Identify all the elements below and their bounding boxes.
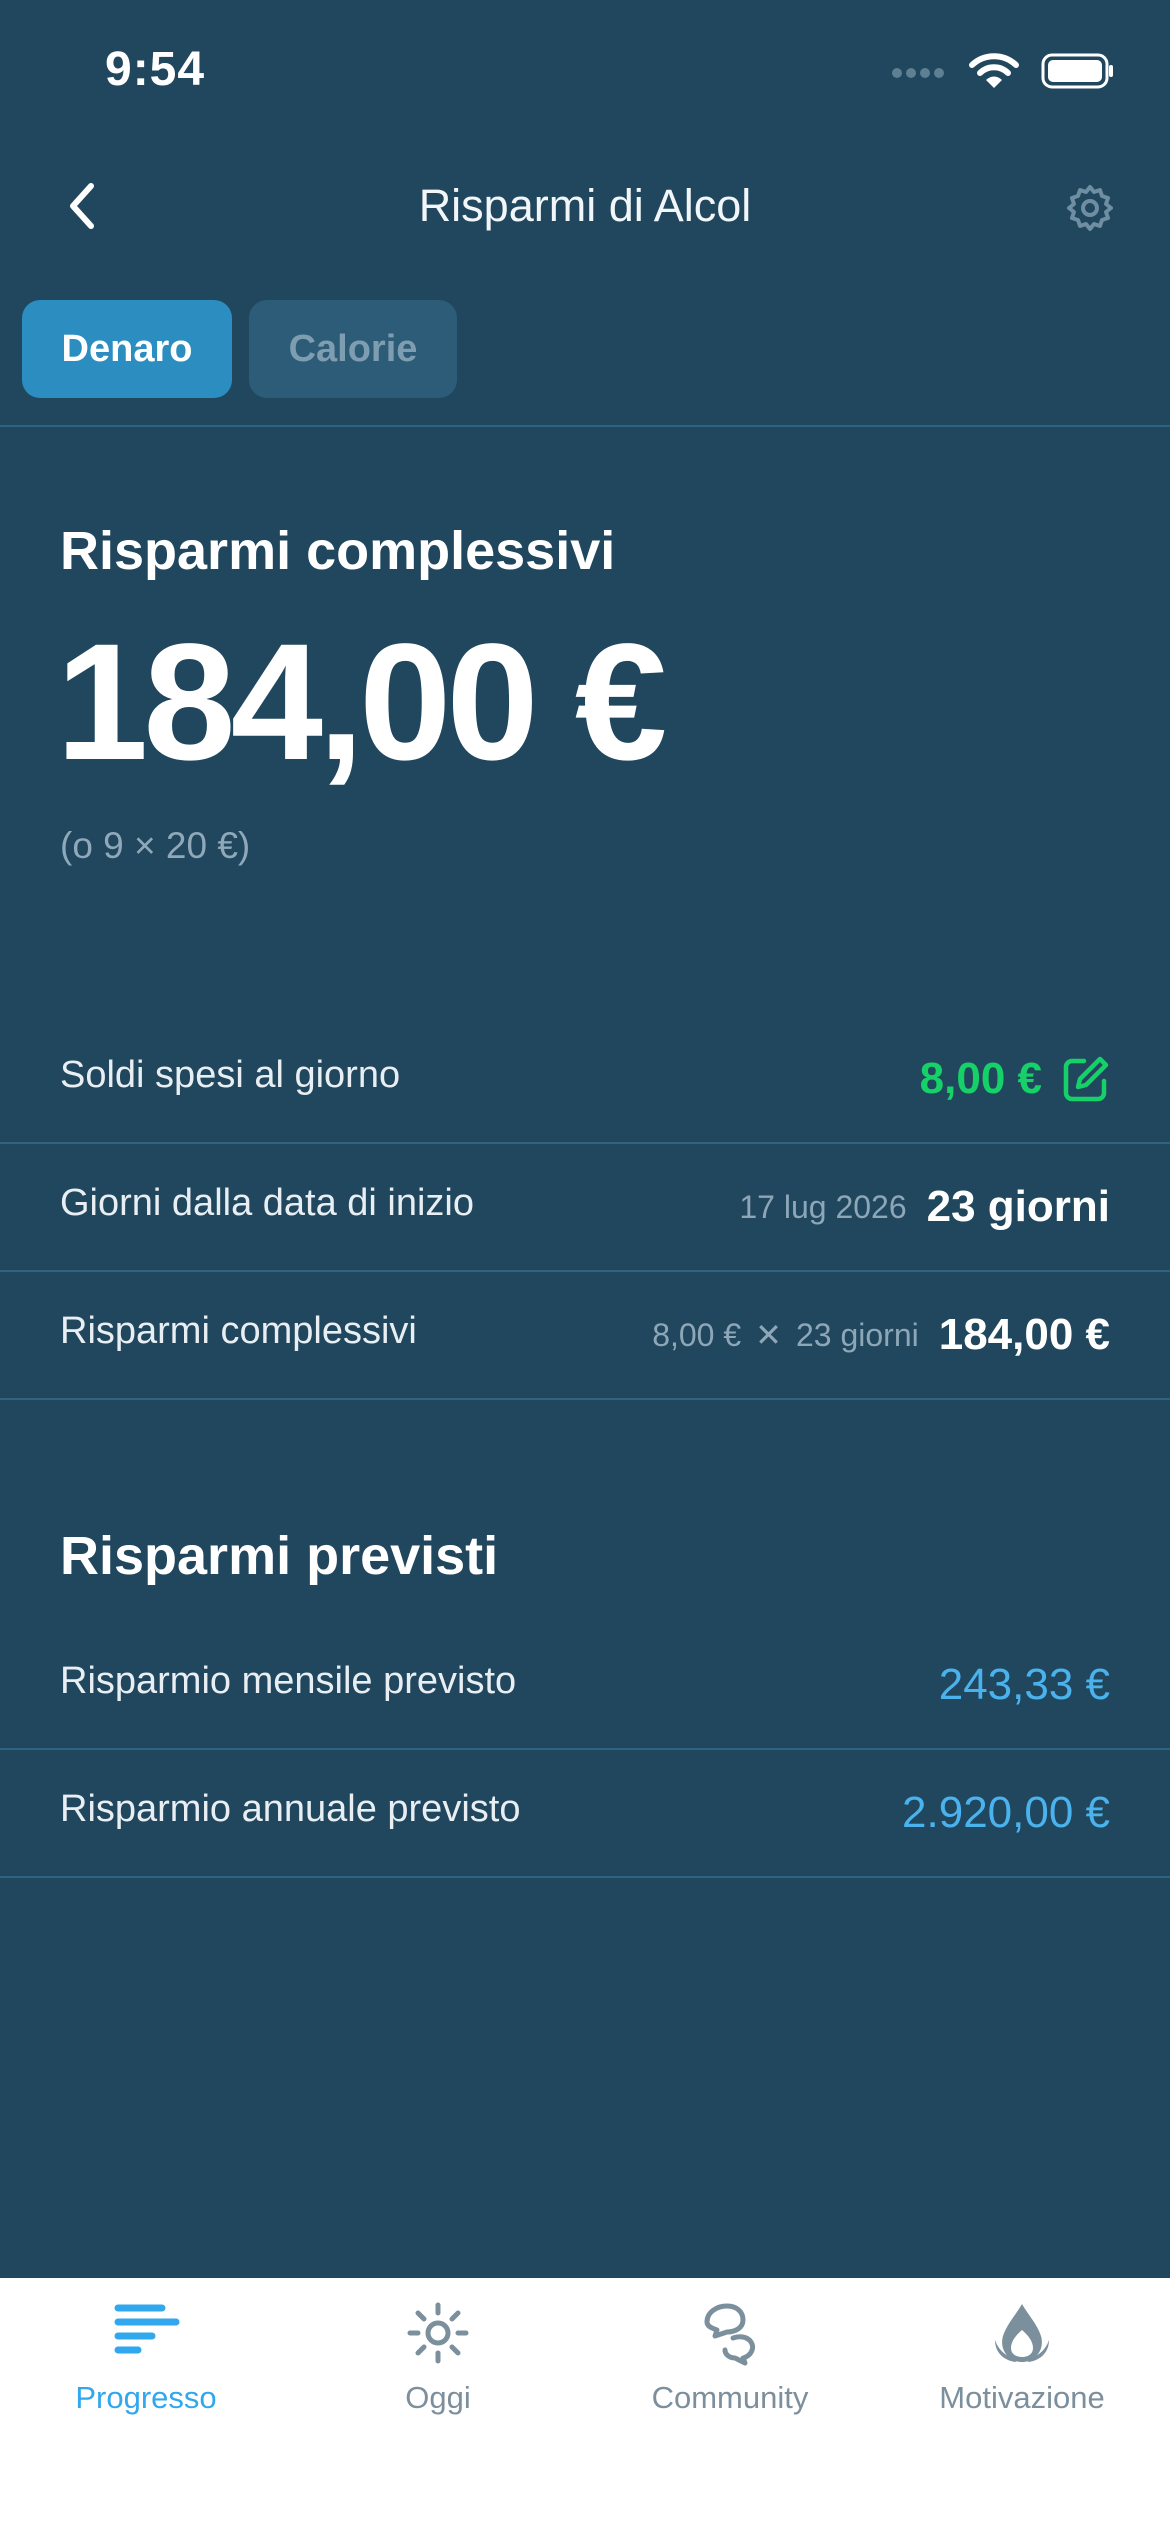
projected-title: Risparmi previsti xyxy=(60,1526,499,1586)
settings-button[interactable] xyxy=(1058,176,1122,240)
row-label: Risparmi complessivi xyxy=(60,1310,417,1352)
row-value-group: 17 lug 2026 23 giorni xyxy=(739,1172,1110,1242)
row-label: Giorni dalla data di inizio xyxy=(60,1182,475,1224)
row-value-group: 8,00 € xyxy=(920,1044,1110,1114)
battery-icon xyxy=(1041,53,1113,89)
edit-icon[interactable] xyxy=(1062,1055,1110,1103)
total-savings-amount: 184,00 € xyxy=(56,610,667,795)
row-value-group: 243,33 € xyxy=(939,1650,1110,1720)
status-icons xyxy=(891,52,1115,90)
status-time: 9:54 xyxy=(105,43,206,96)
row-monthly-projection: Risparmio mensile previsto 243,33 € xyxy=(0,1622,1170,1750)
lotus-flame-icon xyxy=(995,2304,1049,2362)
row-label: Risparmio annuale previsto xyxy=(60,1788,521,1830)
calc-daily-amount: 8,00 € xyxy=(652,1316,742,1353)
daily-spend-value: 8,00 € xyxy=(919,1054,1042,1103)
tab-label: Motivazione xyxy=(939,2380,1105,2415)
progress-bars-icon xyxy=(114,2304,180,2354)
tab-label: Community xyxy=(651,2380,809,2415)
tab-label: Progresso xyxy=(75,2380,217,2415)
segment-money[interactable]: Denaro xyxy=(22,300,232,398)
tab-bar: Progresso Oggi Community Motivazione xyxy=(0,2278,1170,2532)
segment-calories[interactable]: Calorie xyxy=(249,300,457,398)
annual-projection-value: 2.920,00 € xyxy=(902,1788,1110,1837)
wifi-icon xyxy=(969,53,1019,88)
tab-community[interactable]: Community xyxy=(584,2278,876,2438)
divider xyxy=(0,425,1170,427)
row-value-group: 8,00 € ✕ 23 giorni 184,00 € xyxy=(652,1300,1110,1370)
overview-title: Risparmi complessivi xyxy=(60,521,616,581)
calc-days: 23 giorni xyxy=(795,1316,919,1353)
tab-motivazione[interactable]: Motivazione xyxy=(876,2278,1168,2438)
total-savings-value: 184,00 € xyxy=(938,1310,1110,1359)
days-count: 23 giorni xyxy=(926,1182,1110,1231)
row-total-savings: Risparmi complessivi 8,00 € ✕ 23 giorni … xyxy=(0,1272,1170,1400)
row-annual-projection: Risparmio annuale previsto 2.920,00 € xyxy=(0,1750,1170,1878)
tab-progresso[interactable]: Progresso xyxy=(0,2278,292,2438)
tab-label: Oggi xyxy=(405,2380,471,2415)
start-date: 17 lug 2026 xyxy=(739,1188,907,1225)
row-daily-spend[interactable]: Soldi spesi al giorno 8,00 € xyxy=(0,1016,1170,1144)
savings-equivalent-note: (o 9 × 20 €) xyxy=(60,825,251,866)
monthly-projection-value: 243,33 € xyxy=(938,1660,1110,1709)
navigation-bar: Risparmi di Alcol xyxy=(0,150,1170,262)
row-divider xyxy=(0,1876,1170,1878)
tab-oggi[interactable]: Oggi xyxy=(292,2278,584,2438)
row-label: Risparmio mensile previsto xyxy=(60,1660,517,1702)
row-days-since-start: Giorni dalla data di inizio 17 lug 2026 … xyxy=(0,1144,1170,1272)
row-label: Soldi spesi al giorno xyxy=(60,1054,401,1096)
row-divider xyxy=(0,1398,1170,1400)
gear-icon xyxy=(1067,185,1113,231)
signal-icon xyxy=(892,68,944,78)
row-value-group: 2.920,00 € xyxy=(902,1778,1110,1848)
times-sign: ✕ xyxy=(755,1317,782,1353)
chat-bubbles-icon xyxy=(704,2303,756,2366)
page-title: Risparmi di Alcol xyxy=(418,180,752,231)
status-bar: 9:54 xyxy=(0,0,1170,150)
sun-icon xyxy=(407,2302,469,2364)
